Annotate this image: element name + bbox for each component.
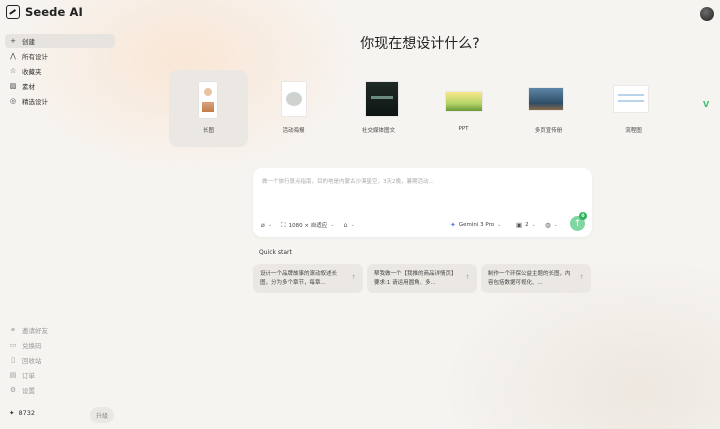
sidebar-item-label: 设置: [22, 387, 35, 395]
sidebar-item-orders[interactable]: ▤ 订单: [5, 368, 115, 382]
sidebar-item-label: 回收站: [22, 357, 42, 365]
quick-start-text: 制作一个环保公益主题的长图，内容包括数据可视化、...: [488, 271, 571, 286]
ticket-icon: ▭: [9, 341, 17, 349]
sidebar-item-favorites[interactable]: ☆ 收藏夹: [5, 64, 115, 78]
sidebar-item-label: 订单: [22, 372, 35, 380]
app-logo[interactable]: Seede AI: [6, 5, 83, 19]
count-label: 2: [525, 222, 529, 228]
tag-icon: ⌂: [343, 221, 348, 229]
chevron-down-icon: ⌄: [531, 222, 536, 228]
sidebar-item-trash[interactable]: ▯ 回收站: [5, 353, 115, 367]
template-label: 长图: [202, 128, 214, 134]
template-card-ppt[interactable]: PPT: [424, 70, 503, 147]
sidebar-item-invite[interactable]: ⚭ 邀请好友: [5, 323, 115, 337]
chevron-down-icon: ⌄: [267, 222, 273, 228]
quick-start-text: 帮我做一个【我推的商品详情页】要求:1 请运用圆角、多...: [374, 271, 457, 286]
chevron-down-icon: ⌄: [330, 222, 335, 228]
trash-icon: ▯: [11, 356, 15, 364]
template-thumbnail: [199, 82, 217, 118]
logo-icon: [6, 5, 20, 19]
template-thumbnail: [614, 86, 648, 112]
credits-balance[interactable]: ✦ 8732: [9, 409, 35, 417]
send-badge: 0: [579, 212, 587, 220]
star-icon: ☆: [9, 67, 17, 75]
model-label: Gemini 3 Pro: [458, 222, 495, 228]
paperclip-icon: ⌀: [261, 221, 265, 229]
size-label: 1080 × 自适应: [288, 223, 328, 229]
gear-icon: ⚙: [9, 386, 17, 394]
template-thumbnail: [446, 92, 482, 111]
arrow-up-icon: ↑: [578, 274, 584, 281]
template-label: PPT: [458, 126, 469, 132]
quick-start-title: Quick start: [259, 249, 292, 256]
palette-selector[interactable]: ◍ ⌄: [545, 220, 558, 230]
sidebar-item-assets[interactable]: ▨ 素材: [5, 79, 115, 93]
template-card-long-image[interactable]: 长图: [169, 70, 248, 147]
sparkle-icon: ✦: [9, 409, 15, 417]
prompt-input[interactable]: [262, 175, 582, 189]
quick-start-card[interactable]: 制作一个环保公益主题的长图，内容包括数据可视化、... ↑: [481, 264, 591, 293]
sidebar-bottom-nav: ⚭ 邀请好友 ▭ 兑换码 ▯ 回收站 ▤ 订单 ⚙ 设置: [5, 323, 115, 398]
template-card-social-media[interactable]: 社交媒体图文: [339, 70, 418, 147]
stack-icon: ▣: [516, 221, 523, 229]
template-label: 活动海报: [282, 128, 305, 134]
resize-icon: ⛶: [281, 220, 286, 229]
template-thumbnail: [366, 82, 398, 116]
model-selector[interactable]: ✦ Gemini 3 Pro ⌄: [450, 220, 501, 230]
arrow-up-icon: ↑: [573, 218, 582, 229]
template-label: 流程图: [625, 128, 642, 134]
template-label: 多页宣传册: [534, 128, 563, 134]
style-selector[interactable]: ⌂ ⌄: [344, 221, 355, 229]
arrow-up-icon: ↑: [350, 274, 356, 281]
quick-start-card[interactable]: 帮我做一个【我推的商品详情页】要求:1 请运用圆角、多... ↑: [367, 264, 477, 293]
upgrade-button[interactable]: 升级: [90, 407, 114, 423]
link-icon: ⚭: [10, 326, 16, 334]
app-name: Seede AI: [25, 5, 83, 19]
sidebar-item-featured[interactable]: ◎ 精选设计: [5, 94, 115, 108]
layers-icon: ⋀: [10, 52, 16, 60]
prompt-toolbar: ⌀ ⌄ ⛶ 1080 × 自适应 ⌄ ⌂ ⌄: [261, 220, 364, 230]
sidebar-item-label: 素材: [22, 83, 35, 91]
prompt-composer: ⌀ ⌄ ⛶ 1080 × 自适应 ⌄ ⌂ ⌄ ✦ Gemini 3 Pro ⌄ …: [253, 168, 592, 237]
sidebar-item-label: 精选设计: [22, 98, 48, 106]
count-selector[interactable]: ▣ 2 ⌄: [516, 220, 536, 230]
credits-value: 8732: [18, 409, 35, 417]
template-card-flowchart[interactable]: 流程图: [594, 70, 673, 147]
sidebar-item-label: 兑换码: [22, 342, 42, 350]
page-title: 你现在想设计什么?: [360, 36, 480, 52]
template-thumbnail: [282, 82, 306, 116]
chevron-down-icon: ⌄: [350, 222, 355, 228]
sidebar-item-redeem[interactable]: ▭ 兑换码: [5, 338, 115, 352]
size-selector[interactable]: ⛶ 1080 × 自适应 ⌄: [281, 221, 334, 230]
more-templates-icon[interactable]: ᐯ: [703, 100, 709, 109]
arrow-up-icon: ↑: [464, 274, 470, 281]
sidebar-item-label: 收藏夹: [22, 68, 42, 76]
quick-start-text: 设计一个品牌故事的滚动叙述长图，分为多个章节，每章...: [260, 271, 338, 286]
template-thumbnail: [529, 88, 563, 110]
sidebar: Seede AI + 创建 ⋀ 所有设计 ☆ 收藏夹 ▨ 素材 ◎ 精选设计 ⚭…: [0, 0, 122, 429]
chevron-down-icon: ⌄: [497, 222, 502, 228]
quick-start-card[interactable]: 设计一个品牌故事的滚动叙述长图，分为多个章节，每章... ↑: [253, 264, 363, 293]
template-label: 社交媒体图文: [361, 128, 395, 134]
attach-button[interactable]: ⌀ ⌄: [261, 221, 272, 229]
sidebar-item-settings[interactable]: ⚙ 设置: [5, 383, 115, 397]
gemini-icon: ✦: [450, 221, 456, 229]
template-card-brochure[interactable]: 多页宣传册: [509, 70, 588, 147]
receipt-icon: ▤: [9, 371, 17, 379]
compass-icon: ◎: [9, 97, 17, 105]
image-icon: ▨: [9, 82, 17, 90]
palette-icon: ◍: [545, 221, 551, 229]
chevron-down-icon: ⌄: [553, 222, 558, 228]
avatar[interactable]: [700, 7, 714, 21]
template-card-event-poster[interactable]: 活动海报: [254, 70, 333, 147]
sidebar-item-label: 邀请好友: [22, 327, 48, 335]
